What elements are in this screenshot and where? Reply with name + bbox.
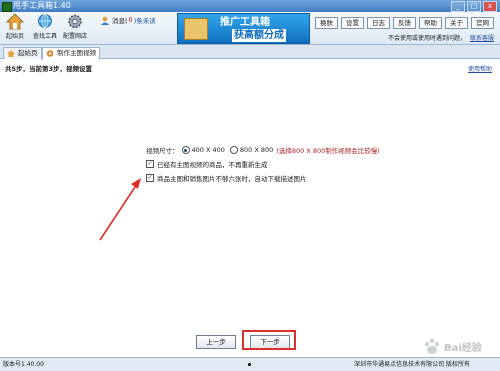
watermark-logo: Bai经验: [424, 338, 483, 354]
app-window: 甩手工具箱1.40 _ □ x 起始页 查找工具 配置网店 消息(0)条未读…: [0, 0, 500, 371]
annotation-arrow: [99, 178, 141, 241]
version-text: 版本号1.40.00: [3, 361, 44, 368]
annotation-highlight-box: [242, 330, 296, 350]
prev-step-button[interactable]: 上一步: [196, 335, 236, 349]
status-bar: 版本号1.40.00 深圳市华通易点信息技术有限公司 版权所有: [0, 357, 500, 371]
status-dot: [248, 363, 251, 366]
svg-text:Bai经验: Bai经验: [444, 341, 483, 354]
copyright-text: 深圳市华通易点信息技术有限公司 版权所有: [354, 361, 470, 368]
